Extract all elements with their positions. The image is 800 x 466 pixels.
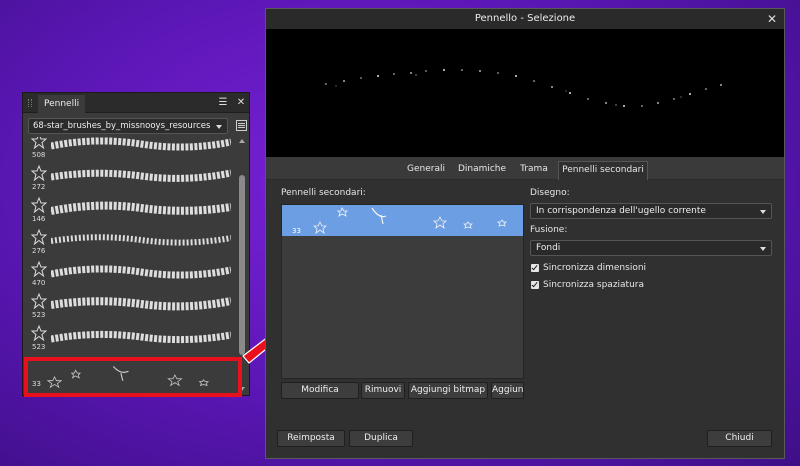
dialog-title: Pennello - Selezione [474, 13, 576, 24]
star-icon [31, 261, 47, 277]
aggiungi-button[interactable]: Aggiun [491, 382, 524, 399]
fusione-label: Fusione: [530, 225, 568, 235]
brush-stroke-preview [51, 297, 231, 311]
sync-spacing-checkbox[interactable] [531, 281, 539, 289]
tab-trama[interactable]: Trama [515, 161, 553, 180]
brush-item[interactable]: 146 [27, 197, 235, 229]
chiudi-button[interactable]: Chiudi [707, 430, 772, 447]
brush-list: 508 272 146 276 470 523 523 33 [27, 137, 235, 393]
close-icon[interactable]: ✕ [234, 95, 248, 110]
brush-size: 276 [32, 247, 46, 255]
dialog-titlebar[interactable]: Pennello - Selezione ✕ [266, 9, 784, 29]
brush-stroke-preview [51, 169, 231, 182]
tab-generali[interactable]: Generali [402, 161, 450, 180]
brush-stroke-preview [51, 137, 231, 151]
disegno-dropdown[interactable]: In corrispondenza dell'ugello corrente [530, 203, 772, 219]
panel-header: Pennelli ☰ ✕ [23, 93, 249, 113]
brush-selection-dialog: Pennello - Selezione ✕ Generali Dinamich… [265, 8, 785, 459]
brush-size: 523 [32, 311, 46, 319]
brush-item[interactable]: 508 [27, 137, 235, 165]
star-icon [31, 165, 47, 181]
brush-preview-canvas [266, 29, 784, 157]
tab-dinamiche[interactable]: Dinamiche [456, 161, 508, 180]
scroll-thumb[interactable] [239, 175, 245, 355]
hamburger-icon[interactable]: ☰ [216, 95, 230, 110]
sparse-star-stroke-preview [313, 207, 507, 234]
tab-bar: Generali Dinamiche Trama Pennelli second… [266, 157, 784, 180]
brush-stroke-preview [51, 234, 231, 246]
scroll-up-icon[interactable] [239, 139, 245, 143]
sub-brushes-label: Pennelli secondari: [281, 188, 366, 198]
star-icon [31, 293, 47, 309]
fusione-value: Fondi [536, 243, 561, 253]
star-icon [31, 137, 47, 149]
brush-size: 523 [32, 343, 46, 351]
sub-brush-item-selected[interactable]: 33 [282, 205, 523, 236]
chevron-down-icon [760, 247, 766, 251]
list-view-icon[interactable] [236, 120, 247, 131]
category-dropdown[interactable]: 68-star_brushes_by_missnooys_resources [28, 118, 228, 134]
star-icon [31, 229, 47, 245]
tab-pennelli-secondari[interactable]: Pennelli secondari [558, 161, 648, 180]
brushes-panel: Pennelli ☰ ✕ 68-star_brushes_by_missnooy… [22, 92, 250, 396]
brush-item[interactable]: 523 [27, 293, 235, 325]
modifica-button[interactable]: Modifica [281, 382, 359, 399]
disegno-label: Disegno: [530, 188, 570, 198]
brush-item[interactable]: 276 [27, 229, 235, 261]
brush-item[interactable]: 470 [27, 261, 235, 293]
brush-stroke-preview [51, 330, 231, 344]
brush-stroke-preview [51, 265, 231, 279]
sub-brushes-list: 33 [281, 204, 524, 379]
sync-size-label: Sincronizza dimensioni [543, 263, 647, 273]
brush-stroke-preview [51, 201, 231, 215]
brush-size: 508 [32, 151, 46, 159]
brush-item[interactable]: 272 [27, 165, 235, 197]
star-icon [31, 325, 47, 341]
brush-item[interactable]: 523 [27, 325, 235, 357]
fusione-dropdown[interactable]: Fondi [530, 240, 772, 256]
sync-size-checkbox[interactable] [531, 264, 539, 272]
tab-pennelli[interactable]: Pennelli [38, 95, 86, 113]
rimuovi-button[interactable]: Rimuovi [361, 382, 405, 399]
sub-brush-size: 33 [292, 227, 301, 235]
close-icon[interactable]: ✕ [764, 9, 780, 29]
chevron-down-icon [216, 125, 222, 129]
brush-size: 146 [32, 215, 46, 223]
brush-size: 272 [32, 183, 46, 191]
highlight-box [24, 357, 242, 397]
reimposta-button[interactable]: Reimposta [277, 430, 345, 447]
brush-size: 470 [32, 279, 46, 287]
panel-grip-icon[interactable] [28, 99, 32, 107]
disegno-value: In corrispondenza dell'ugello corrente [536, 206, 706, 216]
sync-spacing-label: Sincronizza spaziatura [543, 280, 645, 290]
duplica-button[interactable]: Duplica [349, 430, 413, 447]
star-icon [31, 197, 47, 213]
chevron-down-icon [760, 210, 766, 214]
category-value: 68-star_brushes_by_missnooys_resources [33, 121, 211, 131]
vertical-scrollbar[interactable] [238, 137, 246, 393]
aggiungi-bitmap-button[interactable]: Aggiungi bitmap [408, 382, 488, 399]
